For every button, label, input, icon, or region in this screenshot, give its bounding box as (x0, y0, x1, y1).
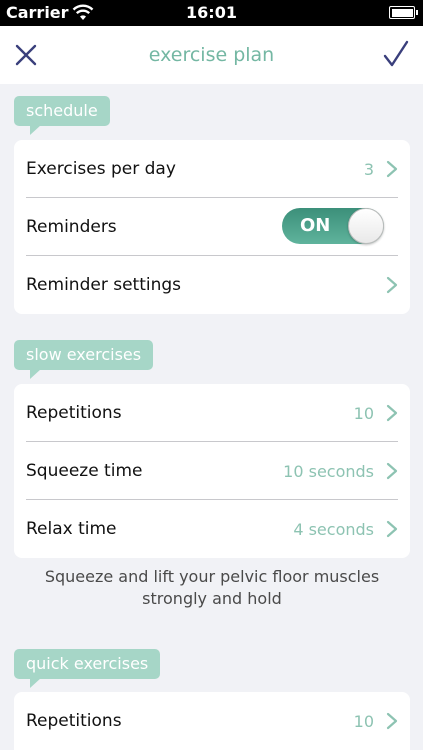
row-value: 10 (353, 712, 374, 731)
chevron-right-icon (386, 160, 398, 178)
chevron-right-icon (386, 462, 398, 480)
section-tag-quick-exercises: quick exercises (14, 649, 161, 688)
row-label: Relax time (26, 519, 117, 539)
row-label: Reminder settings (26, 275, 182, 295)
battery-icon (389, 6, 418, 19)
chevron-right-icon (386, 520, 398, 538)
quick-repetitions-row[interactable]: Repetitions 10 (26, 692, 398, 750)
toggle-state-label: ON (300, 215, 331, 236)
navigation-bar: exercise plan (0, 26, 423, 84)
checkmark-icon[interactable] (383, 40, 409, 68)
row-label: Squeeze time (26, 461, 143, 481)
slow-repetitions-row[interactable]: Repetitions 10 (26, 384, 398, 442)
section-tag-slow-exercises: slow exercises (14, 340, 154, 379)
section-tag-schedule: schedule (14, 96, 110, 135)
row-value: 4 seconds (293, 520, 374, 539)
row-value: 10 (353, 404, 374, 423)
row-label: Repetitions (26, 711, 122, 731)
toggle-knob (348, 208, 384, 244)
reminders-toggle[interactable]: ON (282, 208, 384, 244)
row-value: 3 (363, 160, 374, 179)
relax-time-row[interactable]: Relax time 4 seconds (26, 500, 398, 558)
row-label: Reminders (26, 217, 117, 237)
chevron-right-icon (386, 404, 398, 422)
chevron-right-icon (386, 276, 398, 294)
reminders-row: Reminders ON (26, 198, 398, 256)
slow-exercises-description: Squeeze and lift your pelvic floor muscl… (44, 567, 380, 608)
schedule-card: Exercises per day 3 Reminders ON Reminde… (14, 140, 410, 314)
row-value: 10 seconds (283, 462, 374, 481)
status-bar: Carrier 16:01 (0, 0, 423, 26)
exercises-per-day-row[interactable]: Exercises per day 3 (26, 140, 398, 198)
clock-label: 16:01 (186, 3, 237, 22)
slow-exercises-card: Repetitions 10 Squeeze time 10 seconds R… (14, 384, 410, 558)
chevron-right-icon (386, 712, 398, 730)
page-title: exercise plan (148, 44, 275, 66)
row-label: Exercises per day (26, 159, 176, 179)
reminder-settings-row[interactable]: Reminder settings (26, 256, 398, 314)
quick-exercises-card: Repetitions 10 (14, 692, 410, 750)
squeeze-time-row[interactable]: Squeeze time 10 seconds (26, 442, 398, 500)
row-label: Repetitions (26, 403, 122, 423)
